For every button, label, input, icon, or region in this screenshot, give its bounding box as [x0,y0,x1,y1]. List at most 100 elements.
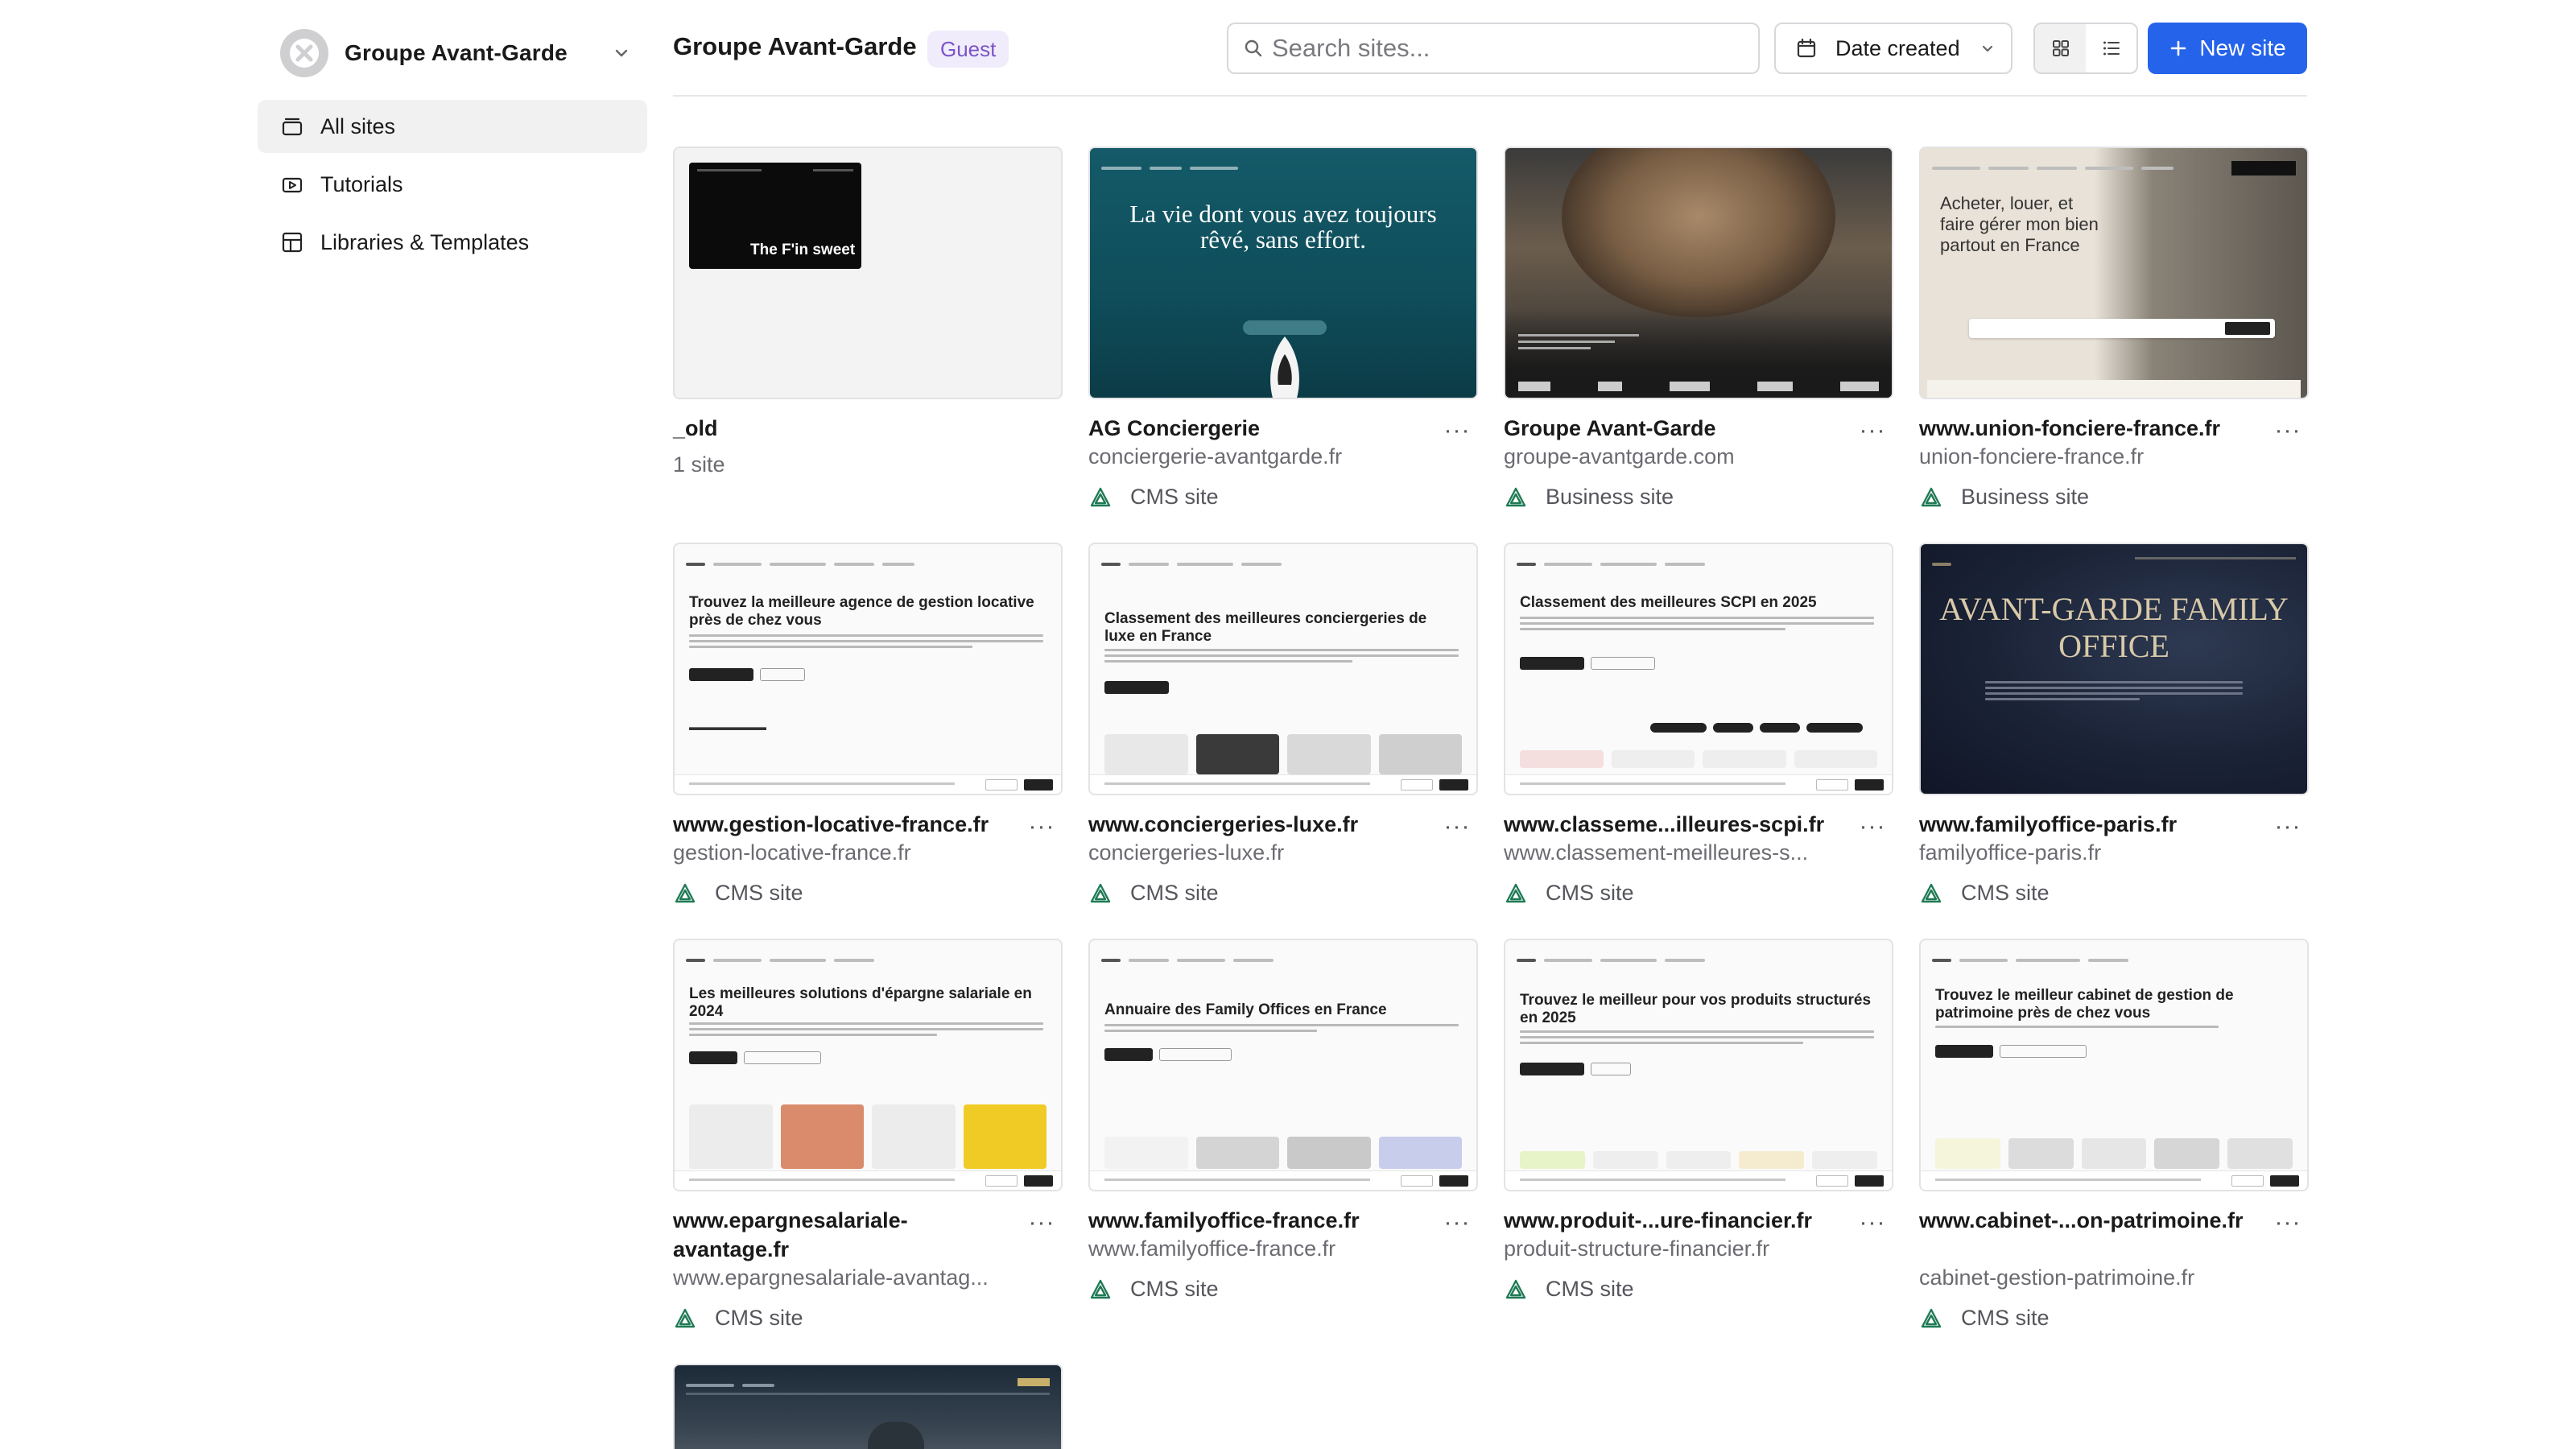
more-options-button[interactable]: ··· [1441,1209,1473,1236]
more-options-button[interactable]: ··· [1856,417,1889,444]
workspace-switcher[interactable]: Groupe Avant-Garde [266,24,647,82]
grid-icon [2052,40,2069,56]
list-icon [2103,41,2120,56]
site-domain[interactable]: cabinet-gestion-patrimoine.fr [1919,1265,2257,1290]
site-type-label: CMS site [1130,485,1219,509]
more-options-button[interactable]: ··· [1026,1209,1058,1236]
sidebar-item-label: Tutorials [320,171,403,196]
site-type-label: CMS site [1546,881,1634,905]
site-domain[interactable]: gestion-locative-france.fr [673,840,1011,865]
brand-logo-icon [1090,883,1111,902]
site-domain[interactable]: www.epargnesalariale-avantag... [673,1265,1011,1290]
more-options-button[interactable]: ··· [2272,417,2304,444]
sidebar-item-all-sites[interactable]: All sites [258,100,647,153]
site-title[interactable]: AG Conciergerie [1088,414,1426,443]
site-type-label: CMS site [1961,1306,2050,1330]
video-icon [282,177,303,193]
site-title[interactable]: www.cabinet-...on-patrimoine.fr [1919,1206,2257,1235]
site-type-label: CMS site [715,881,803,905]
site-type: CMS site [1088,485,1219,510]
site-thumbnail[interactable]: Classement des meilleures SCPI en 2025 [1504,543,1893,795]
new-site-button[interactable]: New site [2148,23,2307,74]
stack-icon [282,118,303,136]
site-type: CMS site [1504,881,1634,906]
sidebar-item-label: All sites [320,114,396,138]
layout-icon [282,232,303,253]
folder-thumbnail[interactable]: The F'in sweet [673,147,1063,399]
brand-logo-icon [675,1308,696,1327]
site-thumbnail[interactable]: La vie dont vous avez toujours rêvé, san… [1088,147,1478,399]
thumb-hero-text: Les meilleures solutions d'épargne salar… [689,985,1032,1020]
site-type: CMS site [673,881,803,906]
site-title[interactable]: Groupe Avant-Garde [1504,414,1842,443]
site-title[interactable]: www.familyoffice-france.fr [1088,1206,1426,1235]
thumb-hero-text: The F'in sweet [750,242,856,258]
page-header: Groupe Avant-Garde Guest Date created [673,0,2307,97]
site-thumbnail[interactable]: Acheter, louer, et faire gérer mon bien … [1919,147,2309,399]
folder-count: 1 site [673,452,725,477]
site-type-label: CMS site [1130,881,1219,905]
site-thumbnail[interactable]: Annuaire des Family Offices en France [1088,939,1478,1191]
site-title[interactable]: www.gestion-locative-france.fr [673,810,1011,839]
thumb-hero-text: AVANT-GARDE FAMILY OFFICE [1939,591,2289,664]
more-options-button[interactable]: ··· [1026,813,1058,840]
site-title[interactable]: _old [673,414,1011,443]
site-domain[interactable]: union-fonciere-france.fr [1919,444,2257,469]
site-thumbnail[interactable]: Les meilleures solutions d'épargne salar… [673,939,1063,1191]
more-options-button[interactable]: ··· [2272,813,2304,840]
new-site-label: New site [2199,35,2286,60]
site-type: CMS site [1919,881,2050,906]
search-box[interactable] [1227,23,1760,74]
brand-logo-icon [1505,1279,1526,1298]
plus-icon [2171,40,2186,56]
more-options-button[interactable]: ··· [1856,1209,1889,1236]
site-title[interactable]: www.conciergeries-luxe.fr [1088,810,1426,839]
site-title[interactable]: www.epargnesalariale-avantage.fr [673,1206,1011,1264]
workspace-logo-icon [290,39,319,68]
thumb-hero-text: Annuaire des Family Offices en France [1104,1001,1387,1018]
search-icon [1245,39,1262,57]
search-input[interactable] [1272,34,1723,63]
sort-dropdown[interactable]: Date created [1774,23,2013,74]
site-thumbnail[interactable] [673,1364,1063,1449]
site-thumbnail[interactable] [1504,147,1893,399]
grid-view-button[interactable] [2035,24,2086,72]
sidebar-item-label: Libraries & Templates [320,229,530,254]
list-view-button[interactable] [2086,24,2136,72]
sidebar-item-libraries-templates[interactable]: Libraries & Templates [258,216,647,269]
site-title[interactable]: www.union-fonciere-france.fr [1919,414,2257,443]
site-thumbnail[interactable]: AVANT-GARDE FAMILY OFFICE [1919,543,2309,795]
site-type: CMS site [1504,1277,1634,1302]
site-domain[interactable]: conciergeries-luxe.fr [1088,840,1426,865]
site-title[interactable]: www.produit-...ure-financier.fr [1504,1206,1842,1235]
site-title[interactable]: www.familyoffice-paris.fr [1919,810,2257,839]
site-domain[interactable]: groupe-avantgarde.com [1504,444,1842,469]
site-thumbnail[interactable]: Classement des meilleures conciergeries … [1088,543,1478,795]
workspace-avatar [280,29,328,77]
thumb-hero-text: La vie dont vous avez toujours rêvé, san… [1129,200,1437,254]
more-options-button[interactable]: ··· [2272,1209,2304,1236]
site-domain[interactable]: familyoffice-paris.fr [1919,840,2257,865]
view-toggle [2033,23,2138,74]
brand-logo-icon [1090,1279,1111,1298]
site-title[interactable]: www.classeme...illeures-scpi.fr [1504,810,1842,839]
site-domain[interactable]: conciergerie-avantgarde.fr [1088,444,1426,469]
more-options-button[interactable]: ··· [1441,813,1473,840]
site-domain[interactable]: www.familyoffice-france.fr [1088,1236,1426,1261]
site-domain[interactable]: produit-structure-financier.fr [1504,1236,1842,1261]
site-thumbnail[interactable]: Trouvez la meilleure agence de gestion l… [673,543,1063,795]
more-options-button[interactable]: ··· [1441,417,1473,444]
more-options-button[interactable]: ··· [1856,813,1889,840]
site-domain[interactable]: www.classement-meilleures-s... [1504,840,1842,865]
site-type: CMS site [1088,881,1219,906]
brand-logo-icon [1505,487,1526,506]
site-type: CMS site [1919,1306,2050,1331]
sidebar-item-tutorials[interactable]: Tutorials [258,158,647,211]
folder-preview: The F'in sweet [689,163,861,269]
thumb-hero-text: Trouvez la meilleure agence de gestion l… [689,594,1034,629]
boat-image [1270,336,1299,398]
site-thumbnail[interactable]: Trouvez le meilleur cabinet de gestion d… [1919,939,2309,1191]
brand-logo-icon [1090,487,1111,506]
site-thumbnail[interactable]: Trouvez le meilleur pour vos produits st… [1504,939,1893,1191]
sort-label: Date created [1835,35,1960,60]
